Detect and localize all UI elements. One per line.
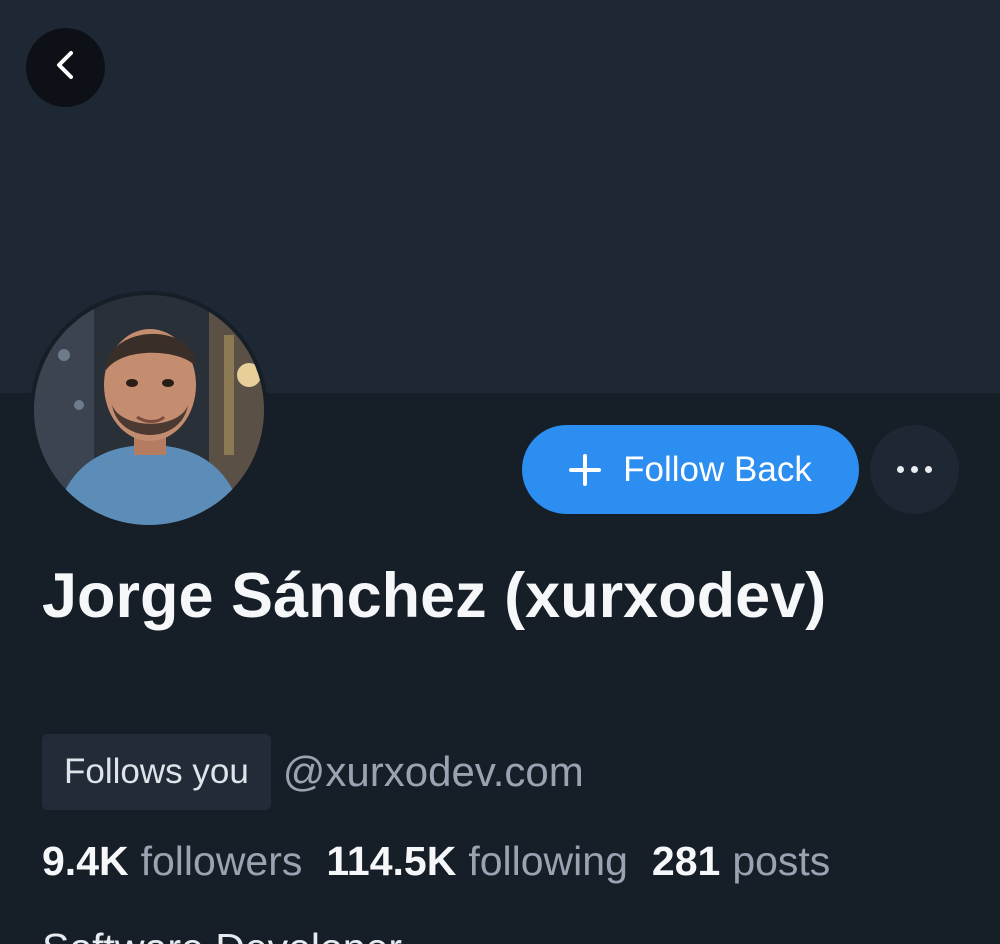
follows-you-badge: Follows you [42,734,271,810]
follow-back-label: Follow Back [623,449,812,489]
profile-handle[interactable]: @xurxodev.com [283,748,584,796]
display-name: Jorge Sánchez (xurxodev) [42,561,827,631]
stat-label: followers [140,838,303,884]
follow-back-button[interactable]: Follow Back [522,425,859,514]
stat-followers[interactable]: 9.4K followers [42,838,302,885]
back-button[interactable] [26,28,105,107]
profile-screen: Follow Back Jorge Sánchez (xurxodev) Fol… [0,0,1000,944]
chevron-left-icon [51,50,81,85]
plus-icon [569,453,602,486]
stat-value: 281 [651,838,721,884]
stat-value: 114.5K [326,838,457,884]
stat-label: posts [732,838,831,884]
profile-bio: Software Developer [42,925,402,944]
more-options-button[interactable] [870,425,959,514]
avatar[interactable] [30,291,268,529]
ellipsis-icon [897,466,932,473]
stat-following[interactable]: 114.5K following [326,838,628,885]
stat-posts: 281 posts [652,838,830,885]
stat-value: 9.4K [42,838,129,884]
avatar-image [34,295,264,525]
handle-row: Follows you @xurxodev.com [42,734,584,810]
stat-label: following [468,838,628,884]
profile-stats: 9.4K followers 114.5K following 281 post… [42,838,854,885]
